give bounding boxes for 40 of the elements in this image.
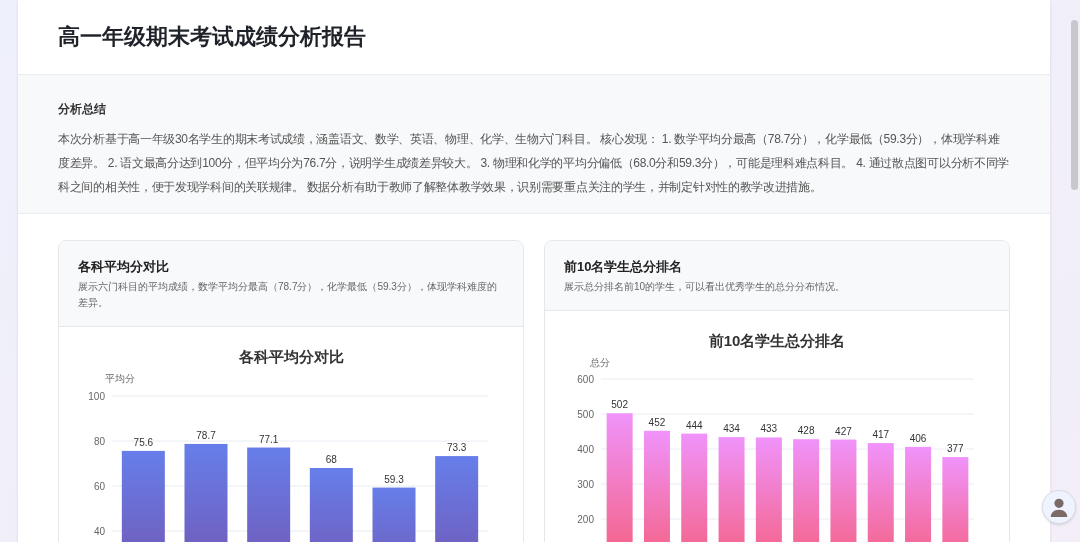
avatar-button[interactable] bbox=[1042, 490, 1076, 524]
axis-tick: 200 bbox=[577, 514, 594, 525]
axis-title: 平均分 bbox=[105, 373, 135, 384]
card-title: 前10名学生总分排名 bbox=[564, 258, 684, 276]
summary-heading: 分析总结 bbox=[58, 101, 107, 117]
data-label: 428 bbox=[797, 425, 815, 437]
axis-title: 总分 bbox=[590, 357, 610, 368]
scrollbar-thumb[interactable] bbox=[1071, 20, 1078, 190]
data-label: 433 bbox=[760, 423, 778, 435]
data-label: 452 bbox=[648, 416, 666, 428]
card-description: 展示六门科目的平均成绩，数学平均分最高（78.7分），化学最低（59.3分），体现学科难度的差异。 bbox=[78, 280, 498, 310]
card-title: 各科平均分对比 bbox=[78, 258, 170, 276]
axis-tick: 40 bbox=[93, 526, 105, 537]
data-label: 444 bbox=[685, 419, 703, 431]
summary-text: 本次分析基于高一年级30名学生的期末考试成绩，涵盖语文、数学、英语、物理、化学、生物六门科目。 核心发现： 1. 数学平均分最高（78.7分），化学最低（59.3分），体现学科难度差异。 2. 语文最高分达到100分，但平均分为76.7分，说明学生成绩差异较大。 3. 物理和化学的平均分偏低（68.0分和59.3分），可能是理科难点科目。 4. 通过散点图可以分析不同学科之间的相关性，便于发现学科间的关联规律。 数据分析有助于教师了解整体教学效果，识别需要重点关注的学生，并制定针对性的教学改进措施。 bbox=[58, 131, 1010, 196]
axis-tick: 80 bbox=[93, 436, 105, 447]
data-label: 77.1 bbox=[258, 433, 279, 445]
report-title: 高一年级期末考试成绩分析报告 bbox=[58, 23, 366, 51]
data-label: 75.6 bbox=[133, 436, 154, 448]
data-label: 59.3 bbox=[384, 473, 404, 485]
axis-tick: 100 bbox=[88, 391, 105, 402]
axis-tick: 500 bbox=[577, 409, 594, 420]
data-label: 406 bbox=[909, 432, 927, 444]
bar bbox=[372, 487, 416, 542]
data-label: 434 bbox=[723, 423, 740, 435]
card-description: 展示总分排名前10的学生，可以看出优秀学生的总分分布情况。 bbox=[564, 280, 847, 294]
user-silhouette-icon bbox=[1048, 496, 1070, 518]
axis-tick: 600 bbox=[577, 374, 594, 385]
axis-tick: 300 bbox=[577, 479, 594, 490]
data-label: 502 bbox=[611, 399, 628, 411]
chart-title: 前10名学生总分排名 bbox=[708, 331, 846, 351]
axis-tick: 400 bbox=[577, 444, 594, 455]
data-label: 417 bbox=[872, 429, 890, 441]
axis-tick: 60 bbox=[93, 481, 105, 492]
data-label: 68 bbox=[325, 454, 337, 465]
data-label: 427 bbox=[835, 425, 852, 437]
data-label: 73.3 bbox=[446, 442, 467, 454]
data-label: 377 bbox=[947, 443, 964, 455]
chart-title: 各科平均分对比 bbox=[238, 347, 344, 367]
data-label: 78.7 bbox=[196, 429, 216, 441]
